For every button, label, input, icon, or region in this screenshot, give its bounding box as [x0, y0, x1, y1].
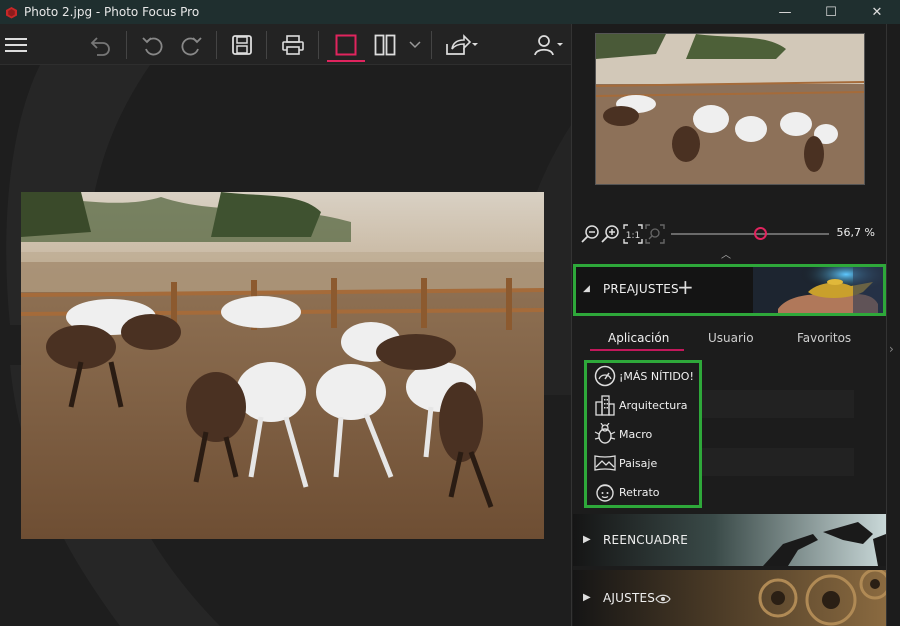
toolbar-separator — [431, 31, 432, 59]
undo-all-icon[interactable] — [86, 30, 114, 60]
eye-icon[interactable] — [655, 590, 671, 609]
redo-icon[interactable] — [178, 30, 206, 60]
main-photo[interactable] — [21, 192, 544, 539]
maximize-button[interactable]: ☐ — [808, 0, 854, 24]
tab-usuario[interactable]: Usuario — [708, 331, 754, 345]
print-icon[interactable] — [279, 30, 307, 60]
window-controls: — ☐ ✕ — [762, 0, 900, 24]
fit-screen-icon[interactable] — [645, 224, 665, 244]
minimize-button[interactable]: — — [762, 0, 808, 24]
tab-favoritos[interactable]: Favoritos — [797, 331, 851, 345]
zoom-out-icon[interactable] — [581, 224, 601, 244]
zoom-bar: 1:1 56,7 % — [581, 222, 881, 246]
preset-list: ¡MÁS NÍTIDO! Arquitectura Macro Paisaje … — [584, 360, 702, 508]
close-button[interactable]: ✕ — [854, 0, 900, 24]
expand-triangle-icon: ▶ — [583, 534, 591, 545]
highlight-box — [584, 360, 702, 508]
window-title: Photo 2.jpg - Photo Focus Pro — [24, 5, 200, 19]
reframe-section-header[interactable]: ▶ REENCUADRE — [573, 514, 886, 566]
actual-size-icon[interactable]: 1:1 — [623, 224, 643, 244]
menu-icon[interactable] — [4, 30, 28, 60]
navigator-thumbnail[interactable] — [595, 33, 865, 185]
list-row-stripe — [702, 390, 854, 418]
save-icon[interactable] — [228, 30, 256, 60]
app-logo-icon — [4, 5, 18, 19]
adjustments-section-header[interactable]: ▶ AJUSTES — [573, 570, 886, 626]
title-bar: Photo 2.jpg - Photo Focus Pro — ☐ ✕ — [0, 0, 900, 24]
chevron-right-icon[interactable]: › — [889, 342, 894, 356]
split-view-icon[interactable] — [372, 30, 398, 60]
chevron-down-icon[interactable] — [407, 30, 423, 60]
undo-icon[interactable] — [138, 30, 166, 60]
adjustments-title: AJUSTES — [603, 591, 656, 605]
active-tab-indicator — [590, 349, 684, 351]
svg-text:1:1: 1:1 — [626, 231, 640, 241]
toolbar-separator — [318, 31, 319, 59]
toolbar-separator — [216, 31, 217, 59]
panel-collapse-strip[interactable]: › — [886, 24, 900, 626]
main-toolbar — [0, 24, 571, 65]
zoom-value: 56,7 % — [836, 226, 875, 239]
zoom-slider-handle[interactable] — [754, 227, 768, 240]
expand-triangle-icon: ▶ — [583, 592, 591, 603]
collapse-navigator-icon[interactable]: ︿ — [721, 246, 731, 261]
panel-content: 1:1 56,7 % ︿ ◢ PREAJUSTES + Aplicación U… — [572, 24, 887, 626]
toolbar-separator — [266, 31, 267, 59]
single-view-icon[interactable] — [327, 30, 365, 62]
reframe-title: REENCUADRE — [603, 533, 689, 547]
share-icon[interactable] — [442, 30, 480, 60]
highlight-box — [573, 264, 886, 316]
zoom-slider-track[interactable] — [671, 233, 829, 235]
zoom-in-icon[interactable] — [601, 224, 621, 244]
right-panel: 1:1 56,7 % ︿ ◢ PREAJUSTES + Aplicación U… — [571, 24, 900, 626]
presets-section-header[interactable]: ◢ PREAJUSTES + — [573, 264, 886, 316]
toolbar-separator — [126, 31, 127, 59]
list-row-stripe — [702, 448, 854, 476]
tab-aplicacion[interactable]: Aplicación — [608, 331, 669, 345]
image-canvas[interactable] — [0, 65, 571, 626]
user-icon[interactable] — [532, 30, 566, 60]
app-window: Photo 2.jpg - Photo Focus Pro — ☐ ✕ 1:1 … — [0, 0, 900, 626]
